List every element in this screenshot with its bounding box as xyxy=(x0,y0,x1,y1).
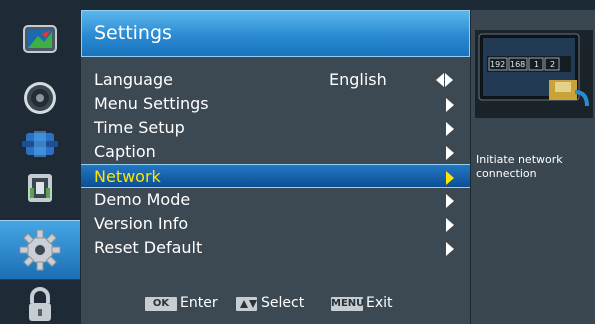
picture-icon xyxy=(23,25,57,53)
menu-item-label: Menu Settings xyxy=(94,94,209,113)
ip-field-4: 2 xyxy=(550,60,555,69)
channel-icon xyxy=(22,131,58,157)
menu-item-label: Caption xyxy=(94,142,156,161)
menu-item-language[interactable]: Language English xyxy=(81,68,470,92)
language-value: English xyxy=(329,70,387,89)
help-panel: 192 168 1 2 Initiate network connection xyxy=(471,10,595,324)
sidebar-item-settings[interactable] xyxy=(0,220,80,280)
audio-icon xyxy=(24,82,56,114)
select-hint: Select xyxy=(261,295,305,311)
menu-item-menu-settings[interactable]: Menu Settings xyxy=(81,92,470,116)
up-down-key-icon xyxy=(236,297,257,311)
chevron-right-icon xyxy=(446,98,454,112)
chevron-right-icon xyxy=(446,242,454,256)
ok-key-icon: OK xyxy=(145,297,177,311)
key-hints-bar: OK Enter Select MENU Exit xyxy=(81,294,470,316)
menu-item-label: Version Info xyxy=(94,214,189,233)
menu-item-network[interactable]: Network xyxy=(81,164,470,188)
menu-item-label: Time Setup xyxy=(94,118,185,137)
menu-key-icon: MENU xyxy=(331,297,365,311)
chevron-right-icon xyxy=(446,146,454,160)
page-title: Settings xyxy=(94,22,172,44)
ip-field-1: 192 xyxy=(490,60,505,69)
network-preview-image: 192 168 1 2 xyxy=(475,30,593,118)
menu-item-caption[interactable]: Caption xyxy=(81,140,470,164)
chevron-right-icon xyxy=(446,122,454,136)
settings-panel: Settings Language English Menu Settings … xyxy=(81,10,470,324)
exit-hint: Exit xyxy=(366,295,393,311)
settings-gear-icon xyxy=(19,229,61,271)
help-description: Initiate network connection xyxy=(476,153,563,180)
chevron-right-icon xyxy=(446,194,454,208)
lock-icon xyxy=(29,287,51,321)
chevron-right-icon xyxy=(446,218,454,232)
sidebar-item-lock[interactable] xyxy=(0,275,80,324)
category-sidebar xyxy=(0,0,80,324)
ip-field-3: 1 xyxy=(534,60,539,69)
title-bar: Settings xyxy=(81,10,470,57)
chevron-right-icon xyxy=(446,171,454,185)
menu-item-time-setup[interactable]: Time Setup xyxy=(81,116,470,140)
menu-item-label: Network xyxy=(94,167,161,186)
ip-field-2: 168 xyxy=(510,60,525,69)
menu-item-version-info[interactable]: Version Info xyxy=(81,212,470,236)
left-right-arrows-icon[interactable] xyxy=(436,73,456,87)
menu-item-label: Reset Default xyxy=(94,238,203,257)
sidebar-item-parental[interactable] xyxy=(0,158,80,218)
parental-lock-icon xyxy=(28,174,52,202)
enter-hint: Enter xyxy=(180,295,218,311)
menu-item-label: Demo Mode xyxy=(94,190,191,209)
sidebar-item-picture[interactable] xyxy=(0,10,80,70)
menu-item-demo-mode[interactable]: Demo Mode xyxy=(81,188,470,212)
menu-item-reset-default[interactable]: Reset Default xyxy=(81,236,470,260)
settings-menu: Language English Menu Settings Time Setu… xyxy=(81,68,470,260)
menu-item-label: Language xyxy=(94,70,173,89)
